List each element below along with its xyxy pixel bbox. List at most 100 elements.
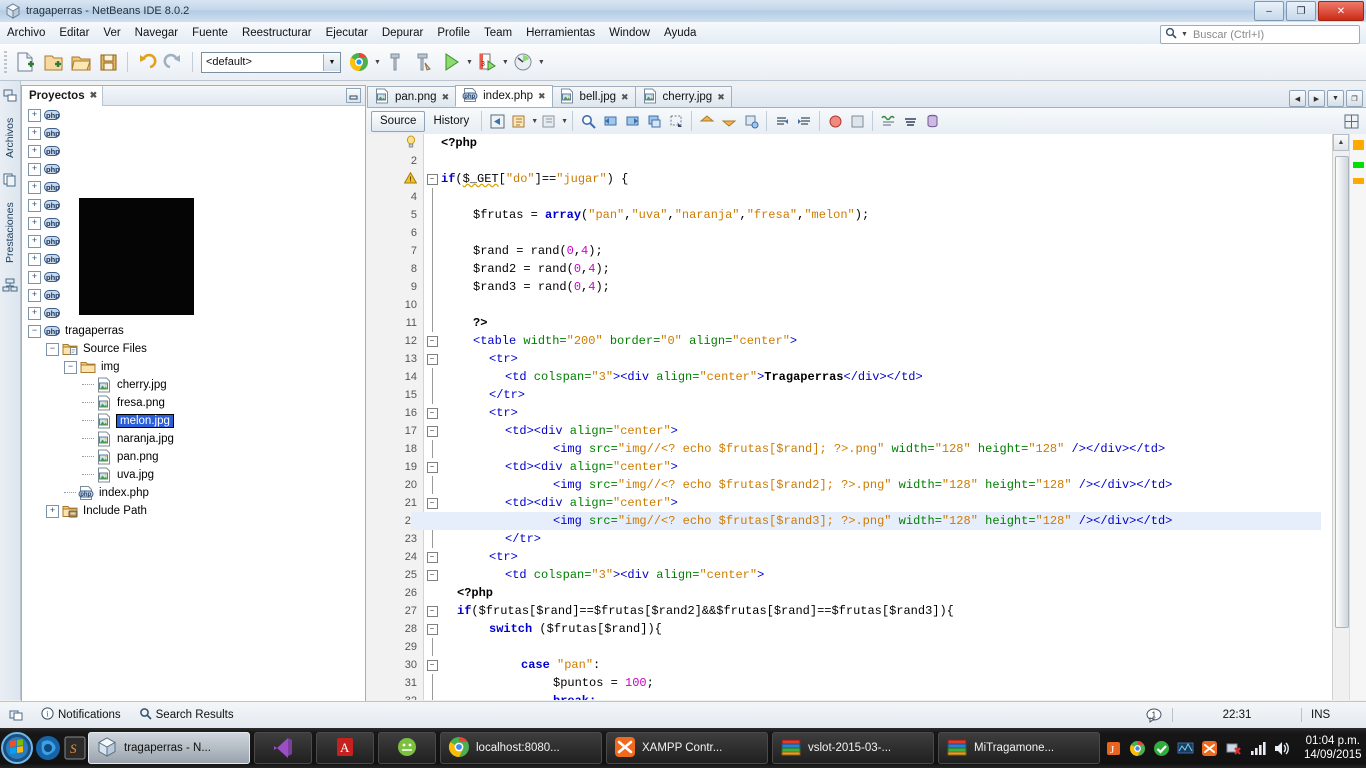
project-configuration-select[interactable]: <default> ▼ xyxy=(201,51,341,73)
editor-tab-index-php[interactable]: php index.php ✖ xyxy=(455,85,553,107)
tree-item-img[interactable]: − img xyxy=(22,358,365,376)
search-dropdown-icon[interactable]: ▼ xyxy=(1181,31,1188,38)
uncomment-icon[interactable] xyxy=(793,110,815,132)
close-icon[interactable]: ✖ xyxy=(621,92,629,103)
run-browser-dropdown-icon[interactable]: ▼ xyxy=(374,59,381,66)
close-icon[interactable]: ✖ xyxy=(90,90,98,101)
search-input[interactable]: ▼ Buscar (Ctrl+I) xyxy=(1160,25,1360,44)
shift-left-icon[interactable] xyxy=(696,110,718,132)
output-window-button[interactable] xyxy=(0,708,32,722)
menu-window[interactable]: Window xyxy=(602,25,657,41)
editor-tab-cherry-jpg[interactable]: cherry.jpg ✖ xyxy=(634,86,732,107)
chevron-down-icon[interactable]: ▼ xyxy=(323,53,340,71)
code-line[interactable]: if($frutas[$rand]==$frutas[$rand2]&&$fru… xyxy=(411,602,1321,620)
run-browser-button[interactable] xyxy=(345,48,373,76)
menu-editar[interactable]: Editar xyxy=(52,25,96,41)
code-line[interactable]: <tr> xyxy=(411,404,1321,422)
find-selection-icon[interactable] xyxy=(577,110,599,132)
green-check-tray-icon[interactable] xyxy=(1152,739,1170,757)
tree-item-cherry-jpg[interactable]: cherry.jpg xyxy=(22,376,365,394)
network-error-tray-icon[interactable] xyxy=(1224,739,1242,757)
tab-proyectos[interactable]: Proyectos ✖ xyxy=(22,85,104,106)
projects-tree[interactable]: + php + php + php + php + php + php + php + php + php + php… xyxy=(22,106,365,701)
window-controls[interactable]: – ❐ ✕ xyxy=(1254,1,1364,21)
tree-expander[interactable]: + xyxy=(28,198,41,212)
code-editor[interactable]: 2!45678910111213141516171819202122232425… xyxy=(367,134,1366,700)
code-line[interactable] xyxy=(411,296,1321,314)
code-line[interactable]: <td><div align="center"> xyxy=(411,458,1321,476)
undo-button[interactable] xyxy=(132,48,160,76)
network-monitor-tray-icon[interactable] xyxy=(1176,739,1194,757)
scroll-up-button[interactable]: ▲ xyxy=(1333,134,1349,151)
tree-expander[interactable]: − xyxy=(28,324,41,338)
tree-item[interactable]: + php xyxy=(22,178,365,196)
tree-item-tragaperras[interactable]: − php tragaperras xyxy=(22,322,365,340)
code-line[interactable]: <?php xyxy=(411,134,1321,152)
code-line[interactable]: <td><div align="center"> xyxy=(411,494,1321,512)
code-line[interactable] xyxy=(411,188,1321,206)
tree-item-naranja-jpg[interactable]: naranja.jpg xyxy=(22,430,365,448)
code-line[interactable]: </tr> xyxy=(411,530,1321,548)
code-line[interactable]: <img src="img//<? echo $frutas[$rand]; ?… xyxy=(411,440,1321,458)
tree-item-melon-jpg[interactable]: melon.jpg xyxy=(22,412,365,430)
tree-expander[interactable]: + xyxy=(28,144,41,158)
tree-expander[interactable]: + xyxy=(28,288,41,302)
tree-item-include-path[interactable]: + Include Path xyxy=(22,502,365,520)
chevron-down-icon-2[interactable]: ▼ xyxy=(561,118,568,125)
minimize-panel-button[interactable] xyxy=(346,88,361,103)
inspect-icon[interactable] xyxy=(899,110,921,132)
code-line[interactable]: ?> xyxy=(411,314,1321,332)
tree-expander[interactable]: + xyxy=(28,252,41,266)
code-line[interactable] xyxy=(411,224,1321,242)
menu-navegar[interactable]: Navegar xyxy=(128,25,185,41)
shift-right-icon[interactable] xyxy=(718,110,740,132)
taskbar-item-visual-studio[interactable] xyxy=(254,732,312,764)
code-line[interactable]: <td colspan="3"><div align="center">Trag… xyxy=(411,368,1321,386)
next-bookmark-icon[interactable] xyxy=(621,110,643,132)
tree-expander[interactable]: + xyxy=(28,216,41,230)
profile-project-button[interactable] xyxy=(509,48,537,76)
menu-fuente[interactable]: Fuente xyxy=(185,25,235,41)
search-results-button[interactable]: Search Results xyxy=(130,707,243,723)
clean-build-button[interactable] xyxy=(409,48,437,76)
tree-item[interactable]: + php xyxy=(22,106,365,124)
code-line[interactable]: break; xyxy=(411,692,1321,700)
menu-team[interactable]: Team xyxy=(477,25,519,41)
trash-icon[interactable] xyxy=(921,110,943,132)
tree-item[interactable]: + php xyxy=(22,160,365,178)
menu-reestructurar[interactable]: Reestructurar xyxy=(235,25,319,41)
code-line[interactable]: <tr> xyxy=(411,548,1321,566)
toolbar-grip[interactable] xyxy=(4,51,7,73)
code-line[interactable]: <td><div align="center"> xyxy=(411,422,1321,440)
code-line[interactable]: <td colspan="3"><div align="center"> xyxy=(411,566,1321,584)
taskbar-item-winrar-vslot[interactable]: vslot-2015-03-... xyxy=(772,732,934,764)
tree-expander[interactable]: + xyxy=(28,270,41,284)
tree-item-index-php[interactable]: php index.php xyxy=(22,484,365,502)
code-line[interactable]: <img src="img//<? echo $frutas[$rand3]; … xyxy=(411,512,1321,530)
tree-item[interactable]: + php xyxy=(22,142,365,160)
tree-item-uva-jpg[interactable]: uva.jpg xyxy=(22,466,365,484)
close-icon[interactable]: ✖ xyxy=(442,92,450,103)
previous-bookmark-icon[interactable] xyxy=(599,110,621,132)
run-project-button[interactable] xyxy=(437,48,465,76)
java-tray-icon[interactable]: J xyxy=(1104,739,1122,757)
notifications-button[interactable]: i Notifications xyxy=(32,707,130,723)
code-line[interactable]: $puntos = 100; xyxy=(411,674,1321,692)
code-line[interactable]: $frutas = array("pan","uva","naranja","f… xyxy=(411,206,1321,224)
editor-tab-bell-jpg[interactable]: bell.jpg ✖ xyxy=(551,86,636,107)
notification-count-badge[interactable]: 1 xyxy=(1137,708,1172,723)
minimize-button[interactable]: – xyxy=(1254,1,1284,21)
new-project-button[interactable] xyxy=(39,48,67,76)
tree-item-pan-png[interactable]: pan.png xyxy=(22,448,365,466)
menu-herramientas[interactable]: Herramientas xyxy=(519,25,602,41)
tab-source[interactable]: Source xyxy=(371,110,426,132)
split-document-icon[interactable] xyxy=(1340,110,1362,132)
refactor-icon[interactable] xyxy=(508,110,530,132)
tree-expander[interactable]: + xyxy=(46,504,59,518)
warning-mark[interactable] xyxy=(1353,140,1364,150)
ok-mark[interactable] xyxy=(1353,162,1364,168)
signal-bars-tray-icon[interactable] xyxy=(1248,739,1266,757)
code-line[interactable]: <?php xyxy=(411,584,1321,602)
close-icon[interactable]: ✖ xyxy=(538,91,546,102)
sublime-text-icon[interactable]: S xyxy=(62,729,88,767)
